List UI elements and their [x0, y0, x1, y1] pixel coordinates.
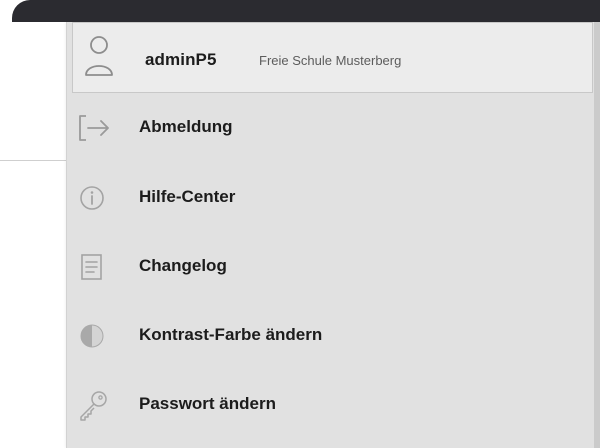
menu-item-contrast[interactable]: Kontrast-Farbe ändern	[67, 306, 595, 366]
menu-scroll-edge	[594, 22, 600, 448]
menu-item-label: Hilfe-Center	[139, 187, 236, 206]
user-header: adminP5 Freie Schule Musterberg	[72, 22, 593, 93]
top-bar	[12, 0, 600, 28]
menu-item-help-center[interactable]: Hilfe-Center	[67, 168, 595, 228]
menu-item-logout[interactable]: Abmeldung	[67, 98, 595, 158]
contrast-icon	[77, 319, 111, 353]
document-icon	[77, 250, 111, 284]
menu-item-label: Passwort ändern	[139, 394, 276, 413]
menu-item-label: Kontrast-Farbe ändern	[139, 325, 323, 344]
menu-item-label: Abmeldung	[139, 117, 233, 136]
user-avatar-icon	[83, 31, 115, 81]
menu-item-label: Changelog	[139, 256, 227, 275]
menu-item-change-password[interactable]: Passwort ändern	[67, 375, 595, 435]
key-icon	[77, 388, 111, 422]
logout-icon	[77, 111, 111, 145]
username: adminP5	[145, 50, 217, 69]
info-icon	[77, 181, 111, 215]
organization-name: Freie Schule Musterberg	[259, 53, 402, 68]
user-dropdown-menu: adminP5 Freie Schule Musterberg Abmeldun…	[66, 22, 600, 448]
menu-item-changelog[interactable]: Changelog	[67, 237, 595, 297]
page-divider	[0, 160, 66, 161]
